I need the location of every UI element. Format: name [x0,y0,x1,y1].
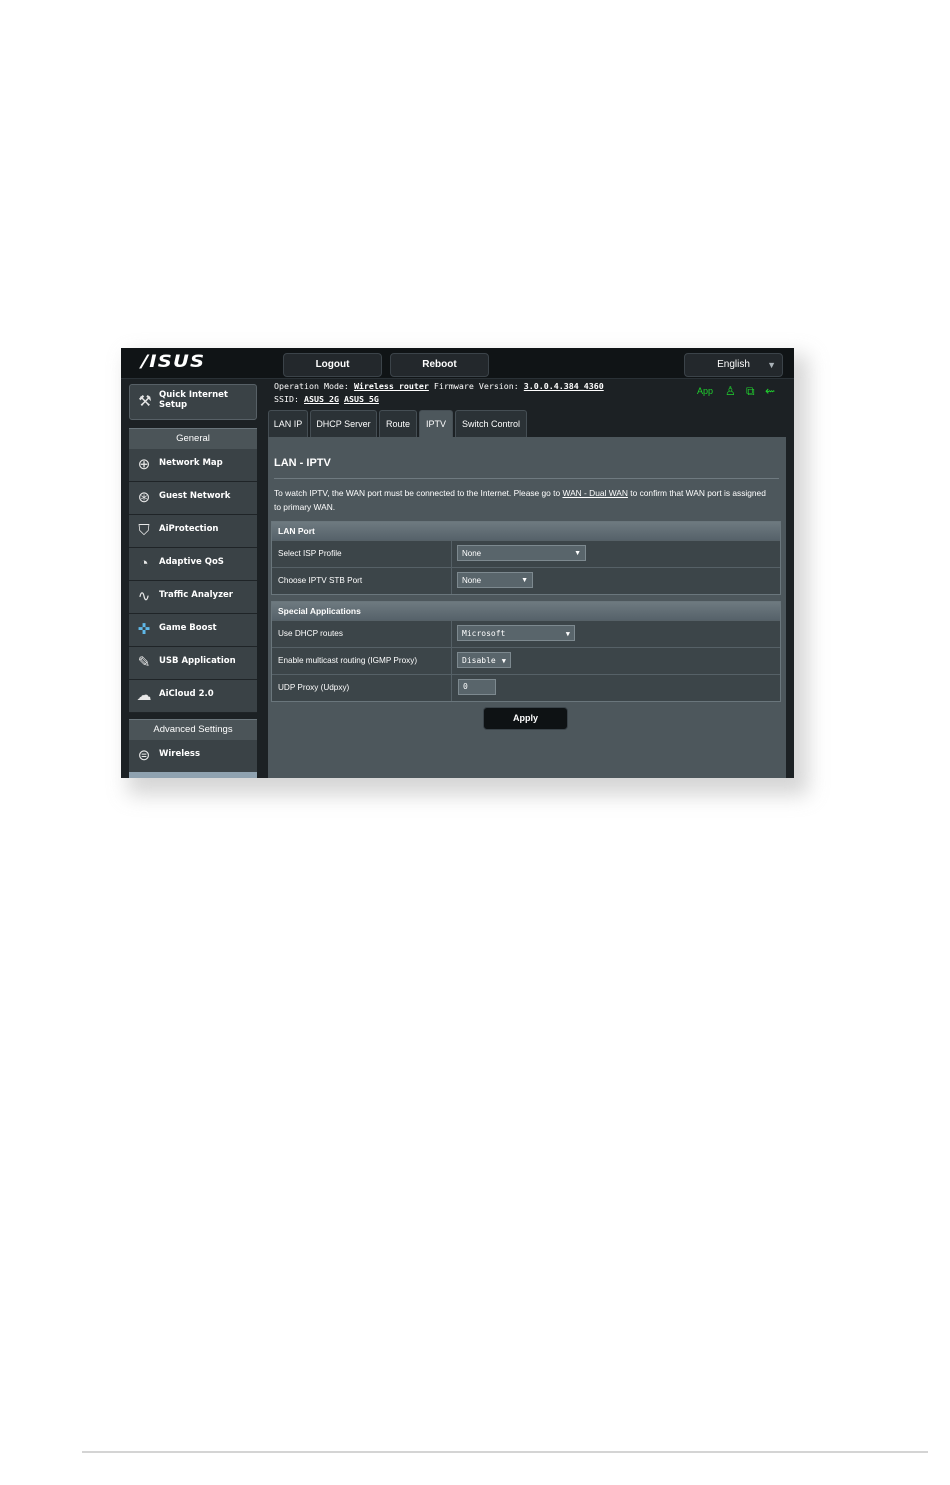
wan-dual-wan-link[interactable]: WAN - Dual WAN [562,488,627,498]
usb-application-icon: ✎ [137,654,151,671]
user-icon[interactable]: ♙ [725,384,736,398]
udpxy-input[interactable]: 0 [458,679,496,695]
operation-mode-link[interactable]: Wireless router [354,381,429,391]
dhcp-routes-value: Microsoft [462,629,506,638]
sidebar-item-label: Guest Network [159,491,231,501]
router-info: Operation Mode: Wireless router Firmware… [274,380,604,406]
quick-internet-setup-label: Quick Internet Setup [159,390,228,410]
chevron-down-icon: ▼ [521,577,528,584]
language-value: English [717,359,750,370]
router-admin-window: /ISUS Logout Reboot English ▼ ⚒ Quick In… [121,348,794,778]
sidebar-item-usb-application[interactable]: ✎ USB Application [129,647,257,680]
traffic-analyzer-icon: ∿ [137,588,151,605]
setup-wand-icon: ⚒ [138,393,152,410]
sidebar-item-aicloud[interactable]: ☁ AiCloud 2.0 [129,680,257,713]
row-divider [451,675,452,701]
row-divider [451,621,452,647]
dhcp-routes-label: Use DHCP routes [278,629,343,638]
network-map-icon: ⊕ [137,456,151,473]
firmware-version-link[interactable]: 3.0.0.4.384_4360 [524,381,604,391]
general-heading: General [129,428,257,449]
operation-mode-label: Operation Mode: [274,381,349,391]
multicast-label: Enable multicast routing (IGMP Proxy) [278,656,418,665]
ssid-5g-link[interactable]: ASUS_5G [344,394,379,404]
sidebar-item-label: Traffic Analyzer [159,590,233,600]
sidebar-item-guest-network[interactable]: ⊛ Guest Network [129,482,257,515]
logout-button[interactable]: Logout [283,353,382,377]
stb-port-value: None [462,576,482,585]
isp-profile-row: Select ISP Profile None ▼ [272,540,780,567]
sidebar-item-wireless[interactable]: ⊜ Wireless [129,740,257,773]
wireless-icon: ⊜ [137,747,151,764]
sidebar-item-label: Wireless [159,749,201,759]
description-text: To watch IPTV, the WAN port must be conn… [274,488,563,498]
sidebar-item-label: USB Application [159,656,236,666]
stb-port-select[interactable]: None ▼ [457,572,533,588]
stb-port-label: Choose IPTV STB Port [278,576,363,585]
asus-logo: /ISUS [141,352,206,372]
page-title: LAN - IPTV [274,457,331,469]
tab-dhcp-server[interactable]: DHCP Server [310,410,377,437]
isp-profile-value: None [462,549,482,558]
chevron-down-icon: ▼ [574,550,581,557]
lan-port-heading: LAN Port [272,522,780,540]
sidebar-item-adaptive-qos[interactable]: ◔ Adaptive QoS [129,548,257,581]
quick-internet-setup-button[interactable]: ⚒ Quick Internet Setup [129,384,257,420]
special-applications-heading: Special Applications [272,602,780,620]
game-boost-icon: ✜ [137,621,151,638]
copy-icon[interactable]: ⧉ [746,384,755,399]
stb-port-row: Choose IPTV STB Port None ▼ [272,567,780,594]
sidebar-item-label: Adaptive QoS [159,557,224,567]
app-link[interactable]: App [697,386,713,396]
chevron-down-icon: ▼ [767,360,776,370]
sidebar-item-label: Game Boost [159,623,217,633]
sidebar-item-next[interactable] [129,772,257,778]
row-divider [451,541,452,567]
sidebar-item-aiprotection[interactable]: ⛉ AiProtection [129,515,257,548]
reboot-button[interactable]: Reboot [390,353,489,377]
udpxy-label: UDP Proxy (Udpxy) [278,683,350,692]
iptv-description: To watch IPTV, the WAN port must be conn… [274,486,774,514]
sidebar-item-network-map[interactable]: ⊕ Network Map [129,449,257,482]
sidebar-item-traffic-analyzer[interactable]: ∿ Traffic Analyzer [129,581,257,614]
iptv-panel: LAN - IPTV To watch IPTV, the WAN port m… [268,437,786,778]
top-bar: /ISUS Logout Reboot English ▼ [121,348,794,379]
apply-button[interactable]: Apply [483,707,568,730]
firmware-label: Firmware Version: [433,381,519,391]
language-select[interactable]: English ▼ [684,353,783,377]
aicloud-icon: ☁ [136,687,152,704]
chevron-down-icon: ▼ [565,630,570,638]
tab-route[interactable]: Route [379,410,417,437]
page-footer-rule [82,1451,928,1453]
isp-profile-label: Select ISP Profile [278,549,342,558]
tab-lan-ip[interactable]: LAN IP [268,410,308,437]
isp-profile-select[interactable]: None ▼ [457,545,586,561]
sidebar-item-label: AiProtection [159,524,219,534]
tab-iptv[interactable]: IPTV [419,410,453,437]
title-divider [274,478,779,479]
chevron-down-icon: ▼ [501,657,506,665]
sidebar-item-game-boost[interactable]: ✜ Game Boost [129,614,257,647]
dhcp-routes-row: Use DHCP routes Microsoft ▼ [272,620,780,647]
sidebar-item-label: Network Map [159,458,223,468]
lan-port-section: LAN Port Select ISP Profile None ▼ Choos… [271,521,781,595]
usb-icon[interactable]: ⇜ [765,384,775,398]
udpxy-row: UDP Proxy (Udpxy) 0 [272,674,780,701]
row-divider [451,568,452,594]
row-divider [451,648,452,674]
adaptive-qos-icon: ◔ [139,555,149,572]
multicast-select[interactable]: Disable ▼ [457,652,511,668]
aiprotection-icon: ⛉ [138,522,150,539]
dhcp-routes-select[interactable]: Microsoft ▼ [457,625,575,641]
multicast-value: Disable [462,656,496,665]
tab-switch-control[interactable]: Switch Control [455,410,527,437]
ssid-label: SSID: [274,394,299,404]
special-applications-section: Special Applications Use DHCP routes Mic… [271,601,781,702]
guest-network-icon: ⊛ [137,489,151,506]
advanced-settings-heading: Advanced Settings [129,719,257,740]
ssid-2g-link[interactable]: ASUS_2G [304,394,339,404]
sidebar-item-label: AiCloud 2.0 [159,689,214,699]
multicast-row: Enable multicast routing (IGMP Proxy) Di… [272,647,780,674]
